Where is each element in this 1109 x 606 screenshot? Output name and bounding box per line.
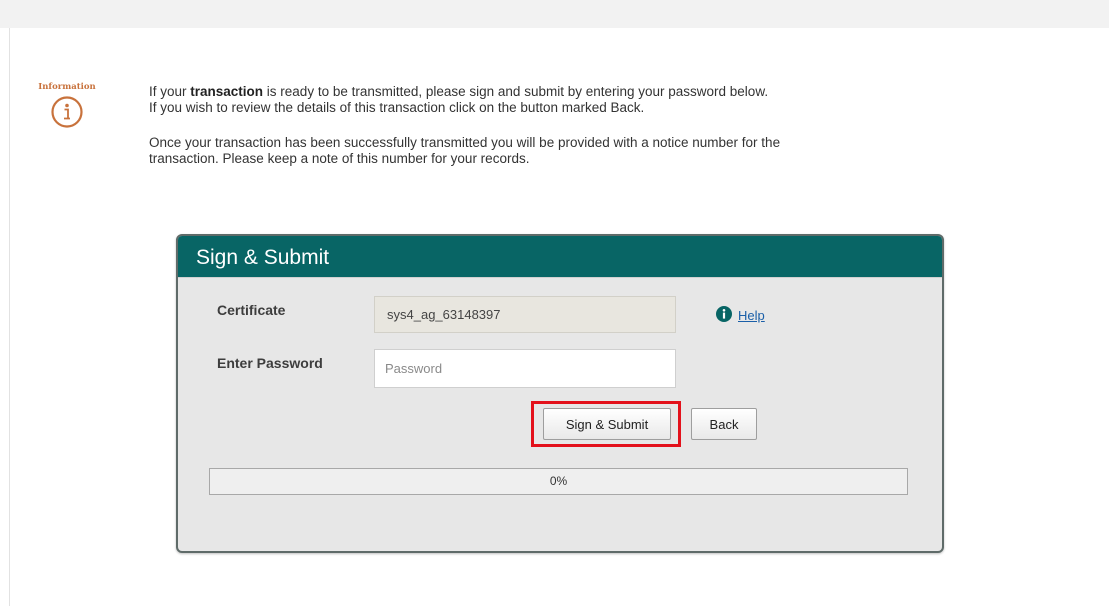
- progress-bar: 0%: [209, 468, 908, 495]
- progress-text: 0%: [549, 474, 568, 488]
- info-circle-icon: [51, 96, 83, 128]
- content-divider: [9, 28, 10, 606]
- instructions-paragraph-1: If your transaction is ready to be trans…: [149, 84, 769, 115]
- instructions-paragraph-2: Once your transaction has been successfu…: [149, 135, 781, 166]
- instructions-text: If your transaction is ready to be trans…: [149, 84, 1009, 167]
- panel-body: Certificate sys4_ag_63148397 Help Enter …: [178, 277, 942, 551]
- sign-submit-panel: Sign & Submit Certificate sys4_ag_631483…: [176, 234, 944, 553]
- help-label[interactable]: Help: [738, 308, 765, 323]
- help-link[interactable]: Help: [716, 306, 765, 323]
- password-label: Enter Password: [217, 355, 323, 371]
- info-icon: [716, 306, 732, 322]
- information-label: Information: [38, 82, 96, 92]
- panel-title: Sign & Submit: [178, 236, 942, 277]
- top-bar: [0, 0, 1109, 28]
- sign-submit-button[interactable]: Sign & Submit: [543, 408, 671, 440]
- certificate-field: sys4_ag_63148397: [374, 296, 676, 333]
- emphasis-transaction: transaction: [190, 84, 264, 99]
- password-field[interactable]: [374, 349, 676, 388]
- certificate-label: Certificate: [217, 302, 286, 318]
- back-button[interactable]: Back: [691, 408, 757, 440]
- information-block: Information: [34, 82, 100, 129]
